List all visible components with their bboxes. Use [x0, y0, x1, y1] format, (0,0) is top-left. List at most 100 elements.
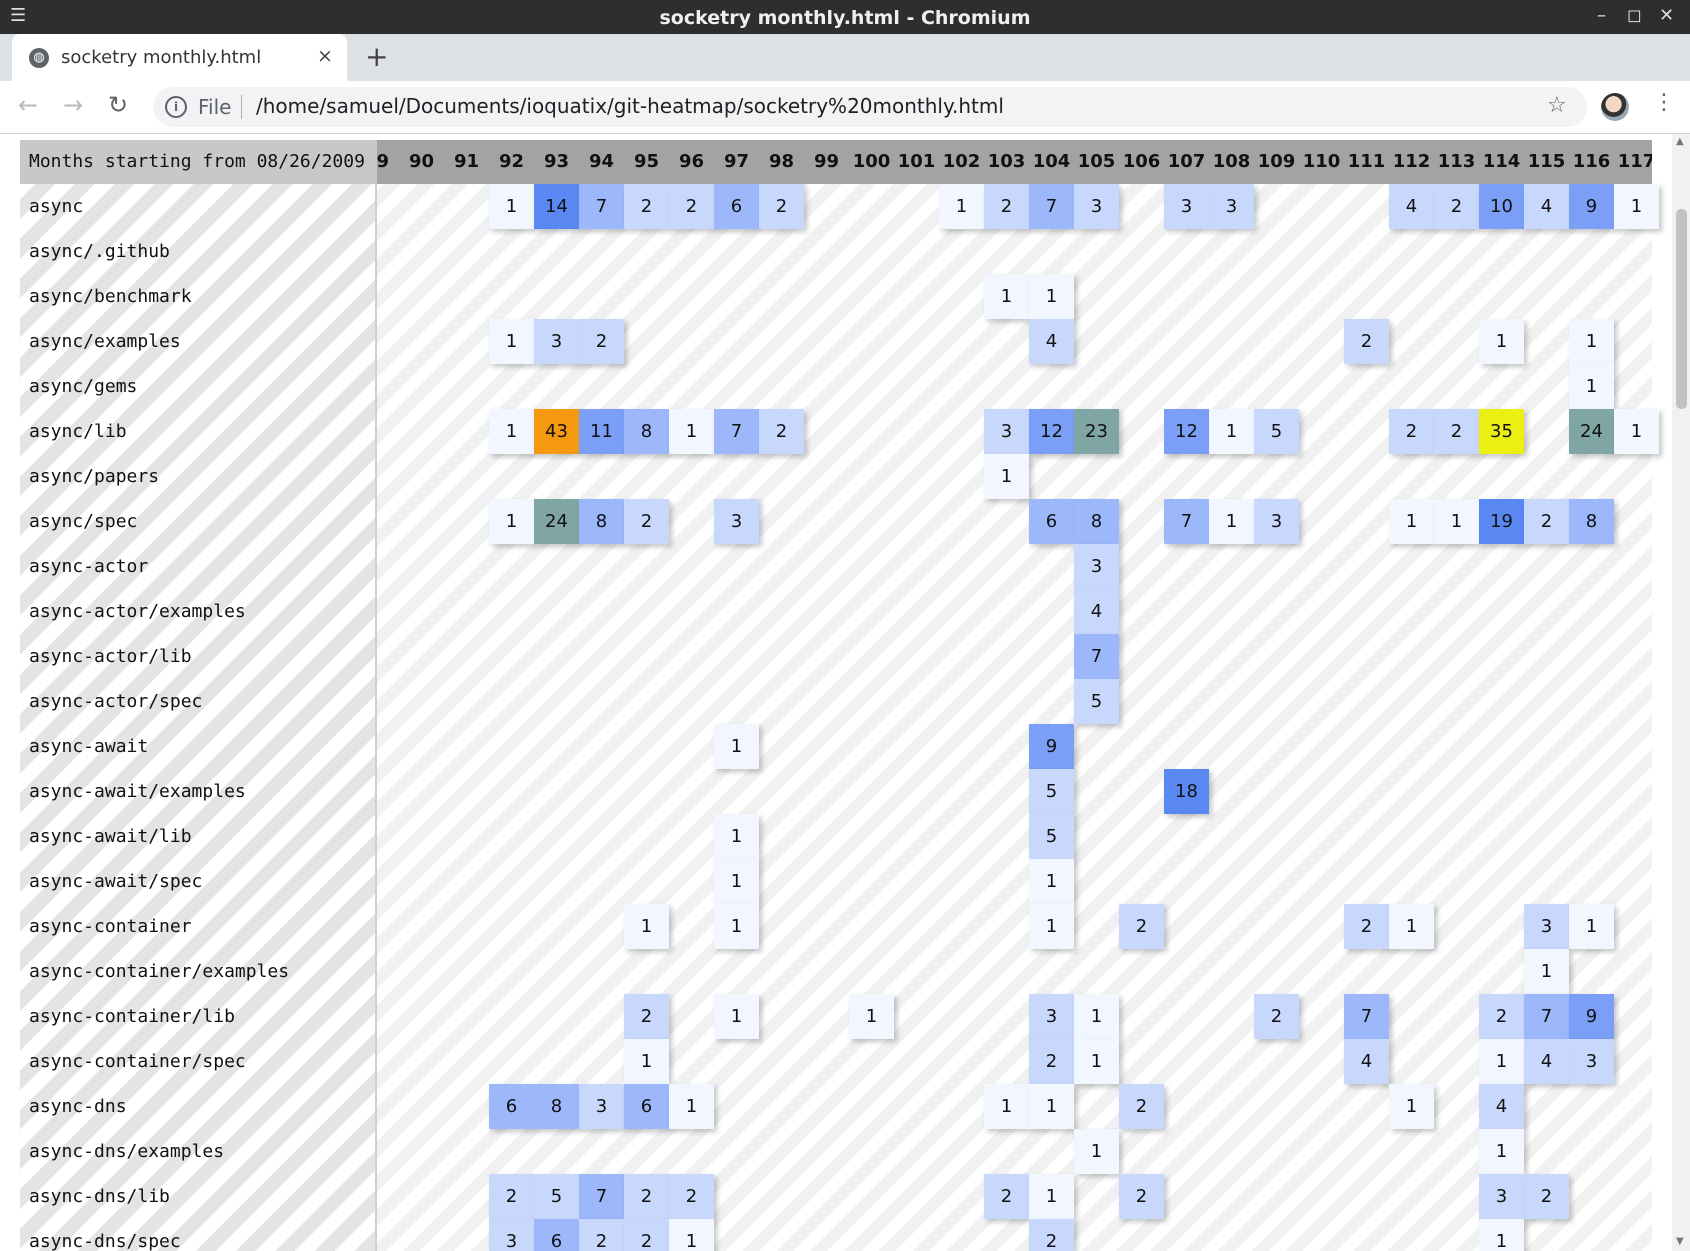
heatmap-cell[interactable]: 2 — [489, 1174, 534, 1219]
heatmap-cell[interactable]: 3 — [1479, 1174, 1524, 1219]
heatmap-cell[interactable]: 5 — [1254, 409, 1299, 454]
heatmap-cell[interactable]: 3 — [1164, 184, 1209, 229]
heatmap-cell[interactable]: 3 — [1524, 904, 1569, 949]
heatmap-cell[interactable]: 1 — [489, 409, 534, 454]
heatmap-cell[interactable]: 6 — [714, 184, 759, 229]
heatmap-cell[interactable]: 1 — [624, 1039, 669, 1084]
heatmap-cell[interactable]: 1 — [984, 1084, 1029, 1129]
heatmap-cell[interactable]: 1 — [714, 904, 759, 949]
heatmap-cell[interactable]: 7 — [1524, 994, 1569, 1039]
heatmap-cell[interactable]: 8 — [1569, 499, 1614, 544]
tab-close-icon[interactable]: × — [317, 45, 333, 67]
heatmap-cell[interactable]: 1 — [669, 1084, 714, 1129]
heatmap-cell[interactable]: 1 — [489, 499, 534, 544]
heatmap-cell[interactable]: 3 — [1209, 184, 1254, 229]
heatmap-cell[interactable]: 1 — [1614, 184, 1659, 229]
heatmap-cell[interactable]: 1 — [1074, 1039, 1119, 1084]
heatmap-cell[interactable]: 2 — [579, 1219, 624, 1251]
heatmap-cell[interactable]: 4 — [1344, 1039, 1389, 1084]
heatmap-cell[interactable]: 2 — [1389, 409, 1434, 454]
heatmap-cell[interactable]: 1 — [1569, 319, 1614, 364]
heatmap-cell[interactable]: 2 — [759, 184, 804, 229]
heatmap-cell[interactable]: 4 — [1524, 1039, 1569, 1084]
info-icon[interactable]: i — [165, 96, 187, 118]
heatmap-cell[interactable]: 35 — [1479, 409, 1524, 454]
heatmap-cell[interactable]: 7 — [1029, 184, 1074, 229]
heatmap-cell[interactable]: 12 — [1164, 409, 1209, 454]
address-bar[interactable]: i File /home/samuel/Documents/ioquatix/g… — [153, 87, 1587, 127]
heatmap-cell[interactable]: 1 — [1614, 409, 1659, 454]
heatmap-cell[interactable]: 1 — [1029, 859, 1074, 904]
heatmap-cell[interactable]: 2 — [1029, 1039, 1074, 1084]
heatmap-cell[interactable]: 1 — [1389, 499, 1434, 544]
heatmap-cell[interactable]: 2 — [1254, 994, 1299, 1039]
heatmap-cell[interactable]: 7 — [1074, 634, 1119, 679]
heatmap-cell[interactable]: 1 — [489, 184, 534, 229]
heatmap-cell[interactable]: 1 — [1479, 1039, 1524, 1084]
heatmap-cell[interactable]: 3 — [1029, 994, 1074, 1039]
reload-icon[interactable]: ↻ — [108, 91, 128, 119]
heatmap-cell[interactable]: 5 — [534, 1174, 579, 1219]
heatmap-cell[interactable]: 1 — [714, 859, 759, 904]
heatmap-cell[interactable]: 2 — [1119, 904, 1164, 949]
heatmap-cell[interactable]: 1 — [714, 994, 759, 1039]
heatmap-cell[interactable]: 2 — [984, 1174, 1029, 1219]
heatmap-cell[interactable]: 4 — [1389, 184, 1434, 229]
heatmap-cell[interactable]: 2 — [1434, 409, 1479, 454]
heatmap-cell[interactable]: 6 — [624, 1084, 669, 1129]
heatmap-cell[interactable]: 9 — [1029, 724, 1074, 769]
heatmap-cell[interactable]: 3 — [1074, 544, 1119, 589]
heatmap-cell[interactable]: 3 — [489, 1219, 534, 1251]
heatmap-cell[interactable]: 1 — [1029, 1174, 1074, 1219]
heatmap-cell[interactable]: 1 — [1029, 904, 1074, 949]
heatmap-cell[interactable]: 18 — [1164, 769, 1209, 814]
minimize-icon[interactable]: – — [1597, 5, 1606, 26]
heatmap-cell[interactable]: 1 — [489, 319, 534, 364]
heatmap-cell[interactable]: 7 — [1344, 994, 1389, 1039]
kebab-icon[interactable]: ⋮ — [1653, 90, 1675, 115]
heatmap-cell[interactable]: 8 — [579, 499, 624, 544]
heatmap-cell[interactable]: 3 — [714, 499, 759, 544]
heatmap-cell[interactable]: 4 — [1524, 184, 1569, 229]
heatmap-cell[interactable]: 9 — [1569, 184, 1614, 229]
heatmap-cell[interactable]: 2 — [624, 1174, 669, 1219]
heatmap-cell[interactable]: 3 — [1569, 1039, 1614, 1084]
forward-arrow-icon[interactable]: → — [63, 91, 83, 119]
heatmap-cell[interactable]: 3 — [1254, 499, 1299, 544]
plus-icon[interactable]: + — [365, 40, 388, 73]
heatmap-cell[interactable]: 24 — [1569, 409, 1614, 454]
heatmap-cell[interactable]: 1 — [1074, 1129, 1119, 1174]
heatmap-cell[interactable]: 12 — [1029, 409, 1074, 454]
heatmap-cell[interactable]: 2 — [1434, 184, 1479, 229]
heatmap-cell[interactable]: 1 — [714, 814, 759, 859]
heatmap-cell[interactable]: 1 — [1569, 904, 1614, 949]
heatmap-cell[interactable]: 1 — [1569, 364, 1614, 409]
scrollbar-thumb[interactable] — [1676, 209, 1687, 409]
scroll-up-icon[interactable]: ▲ — [1676, 136, 1684, 147]
heatmap-cell[interactable]: 1 — [1389, 1084, 1434, 1129]
heatmap-cell[interactable]: 2 — [984, 184, 1029, 229]
heatmap-cell[interactable]: 2 — [624, 1219, 669, 1251]
heatmap-cell[interactable]: 7 — [579, 184, 624, 229]
heatmap-cell[interactable]: 2 — [669, 184, 714, 229]
heatmap-cell[interactable]: 1 — [1434, 499, 1479, 544]
heatmap-cell[interactable]: 6 — [1029, 499, 1074, 544]
heatmap-cell[interactable]: 8 — [534, 1084, 579, 1129]
heatmap-cell[interactable]: 3 — [1074, 184, 1119, 229]
heatmap-cell[interactable]: 19 — [1479, 499, 1524, 544]
heatmap-cell[interactable]: 4 — [1074, 589, 1119, 634]
heatmap-cell[interactable]: 2 — [1344, 319, 1389, 364]
heatmap-cell[interactable]: 2 — [1029, 1219, 1074, 1251]
heatmap-cell[interactable]: 1 — [669, 409, 714, 454]
back-arrow-icon[interactable]: ← — [18, 91, 38, 119]
heatmap-cell[interactable]: 3 — [579, 1084, 624, 1129]
heatmap-cell[interactable]: 6 — [534, 1219, 579, 1251]
heatmap-cell[interactable]: 6 — [489, 1084, 534, 1129]
heatmap-cell[interactable]: 1 — [1029, 274, 1074, 319]
heatmap-cell[interactable]: 2 — [579, 319, 624, 364]
heatmap-cell[interactable]: 23 — [1074, 409, 1119, 454]
heatmap-cell[interactable]: 1 — [984, 454, 1029, 499]
heatmap-cell[interactable]: 24 — [534, 499, 579, 544]
heatmap-cell[interactable]: 2 — [1524, 1174, 1569, 1219]
heatmap-cell[interactable]: 1 — [1389, 904, 1434, 949]
